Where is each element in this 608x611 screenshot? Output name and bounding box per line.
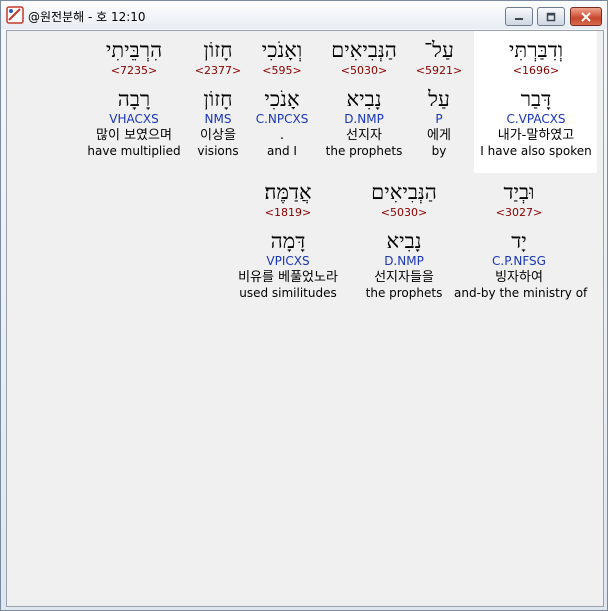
hebrew-lemma: נָבִיא: [386, 229, 422, 253]
strong-number[interactable]: <3027>: [454, 206, 584, 220]
title-bar[interactable]: @원전분해 - 호 12:10: [1, 1, 607, 29]
hebrew-word: אֲדַמֶּה׃: [264, 180, 312, 204]
maximize-button[interactable]: [537, 7, 565, 26]
word-column[interactable]: אֲדַמֶּה׃ <1819> דָּמָה VPICXS 비유를 베풀었노라…: [223, 179, 353, 301]
close-icon: [581, 11, 591, 22]
maximize-icon: [546, 12, 556, 21]
strong-number[interactable]: <5030>: [339, 206, 469, 220]
hebrew-word: הַנְּבִיאִים: [371, 180, 437, 204]
hebrew-word: הִרְבֵּיתִי: [105, 38, 163, 62]
window-title: @원전분해 - 호 12:10: [28, 10, 146, 24]
word-column[interactable]: הַנְּבִיאִים <5030> נָבִיא D.NMP 선지자들을 t…: [339, 179, 469, 301]
hebrew-lemma: יָד: [511, 229, 527, 253]
app-icon[interactable]: [6, 6, 24, 24]
strong-number[interactable]: <1819>: [223, 206, 353, 220]
parsing-code: VHACXS: [109, 112, 159, 126]
hebrew-word: וּבְיַד: [503, 180, 535, 204]
parsing-code: VPICXS: [266, 254, 310, 268]
minimize-button[interactable]: [505, 7, 533, 26]
minimize-icon: [515, 17, 523, 20]
app-window: @원전분해 - 호 12:10 וְדִבַּרְתִּי <1696> דָּ…: [0, 0, 608, 611]
english-gloss: have multiplied: [87, 144, 181, 158]
strong-number[interactable]: <7235>: [69, 64, 199, 78]
korean-gloss: 선지자들을: [374, 270, 434, 285]
korean-gloss: 많이 보였으며: [96, 128, 172, 143]
close-button[interactable]: [570, 7, 602, 26]
korean-gloss: 비유를 베풀었노라: [238, 270, 338, 285]
english-gloss: used similitudes: [239, 286, 337, 300]
korean-gloss: 빙자하여: [495, 270, 543, 285]
english-gloss: and-by the ministry of: [454, 286, 588, 300]
word-column[interactable]: הִרְבֵּיתִי <7235> רָבָה VHACXS 많이 보였으며 …: [69, 37, 199, 159]
hebrew-lemma: רָבָה: [117, 87, 151, 111]
hebrew-lemma: דָּמָה: [270, 229, 306, 253]
parsing-code: C.P.NFSG: [492, 254, 546, 268]
parsing-code: D.NMP: [384, 254, 424, 268]
english-gloss: the prophets: [365, 286, 443, 300]
interlinear-view[interactable]: וְדִבַּרְתִּי <1696> דָּבַר C.VPACXS 내가-…: [6, 30, 604, 607]
word-column[interactable]: וּבְיַד <3027> יָד C.P.NFSG 빙자하여 and-by …: [454, 179, 588, 301]
